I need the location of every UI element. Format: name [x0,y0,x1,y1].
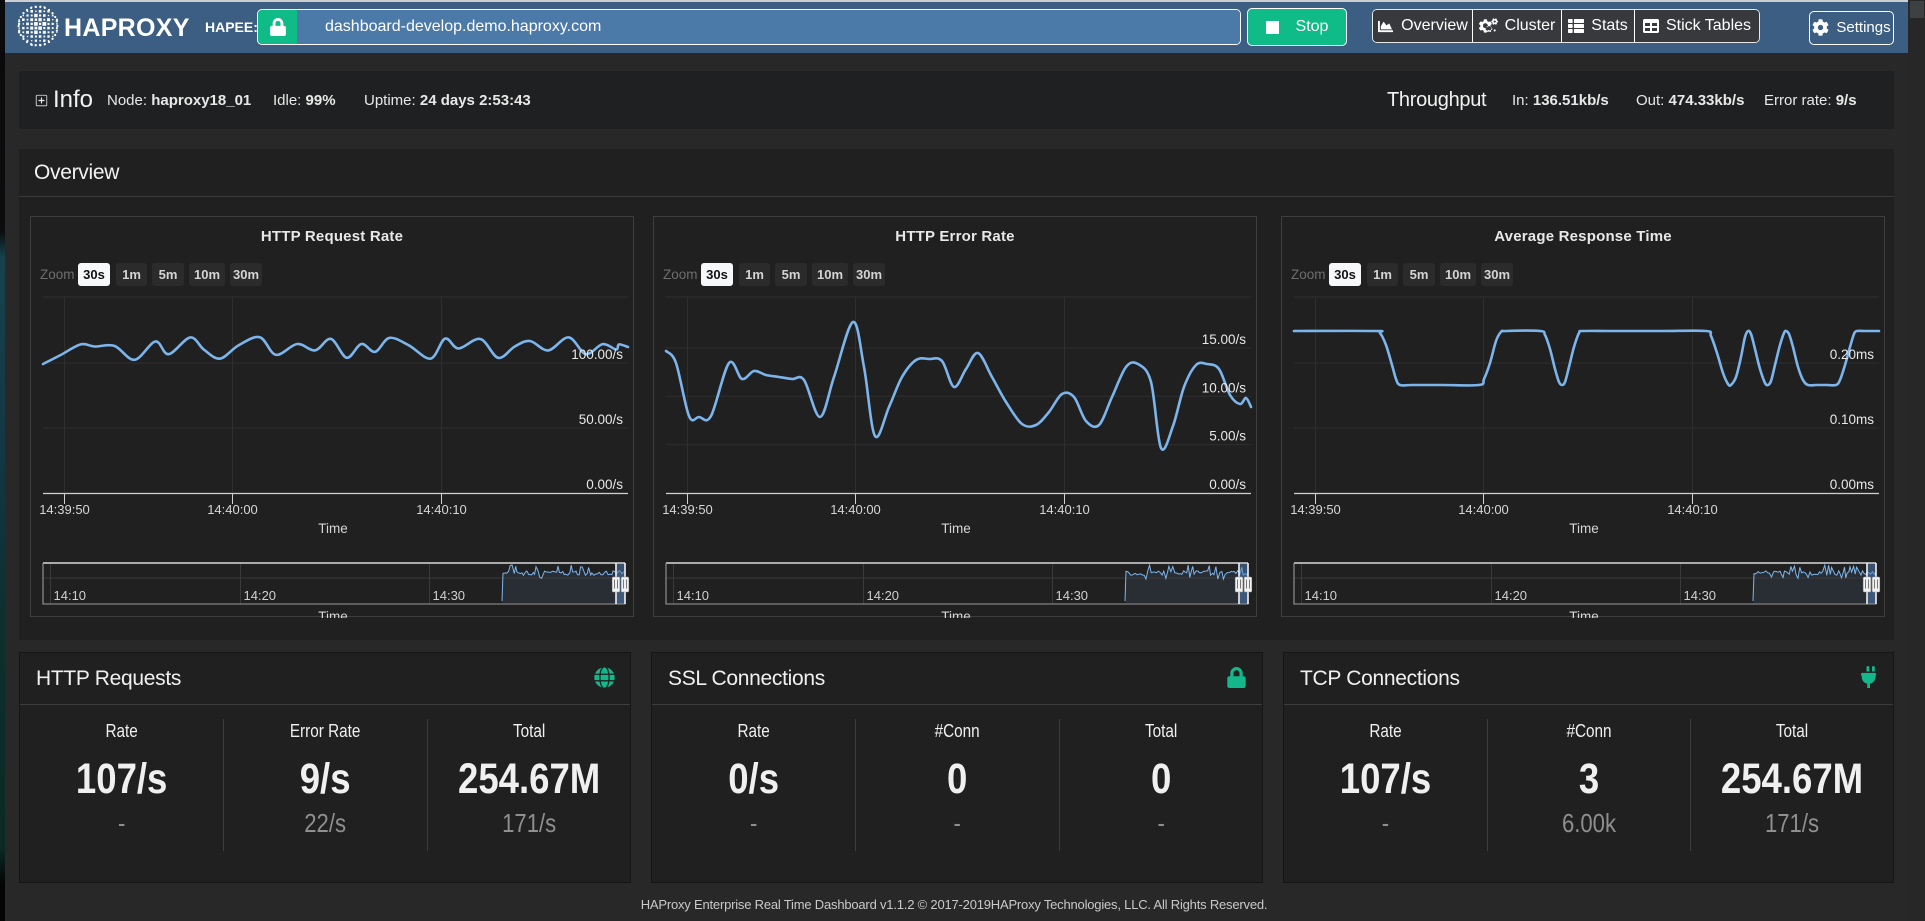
svg-text:14:40:10: 14:40:10 [416,502,467,517]
svg-text:10.00/s: 10.00/s [1202,380,1247,395]
svg-text:5.00/s: 5.00/s [1209,429,1246,444]
svg-text:0.00/s: 0.00/s [1209,477,1246,492]
svg-text:14:40:00: 14:40:00 [207,502,258,517]
svg-text:14:30: 14:30 [1056,588,1089,603]
svg-text:0.20ms: 0.20ms [1830,347,1875,362]
svg-text:14:40:10: 14:40:10 [1667,502,1718,517]
svg-text:Time: Time [318,609,348,618]
svg-text:100.00/s: 100.00/s [571,347,623,362]
svg-text:14:20: 14:20 [244,588,277,603]
svg-text:14:30: 14:30 [433,588,466,603]
svg-text:14:40:00: 14:40:00 [1458,502,1509,517]
svg-text:14:10: 14:10 [54,588,87,603]
svg-text:15.00/s: 15.00/s [1202,332,1247,347]
svg-text:Time: Time [318,521,348,536]
svg-text:Time: Time [1569,521,1599,536]
svg-text:Time: Time [1569,609,1599,618]
svg-text:14:10: 14:10 [1305,588,1338,603]
svg-text:Time: Time [941,609,971,618]
svg-text:14:40:00: 14:40:00 [830,502,881,517]
svg-text:Time: Time [941,521,971,536]
svg-text:14:39:50: 14:39:50 [1290,502,1341,517]
svg-text:14:20: 14:20 [867,588,900,603]
svg-text:14:30: 14:30 [1684,588,1717,603]
svg-text:14:39:50: 14:39:50 [39,502,90,517]
svg-text:14:10: 14:10 [677,588,710,603]
svg-text:14:40:10: 14:40:10 [1039,502,1090,517]
svg-text:0.00/s: 0.00/s [586,477,623,492]
svg-text:50.00/s: 50.00/s [579,412,624,427]
svg-text:14:20: 14:20 [1495,588,1528,603]
svg-text:0.00ms: 0.00ms [1830,477,1875,492]
svg-text:0.10ms: 0.10ms [1830,412,1875,427]
svg-text:14:39:50: 14:39:50 [662,502,713,517]
